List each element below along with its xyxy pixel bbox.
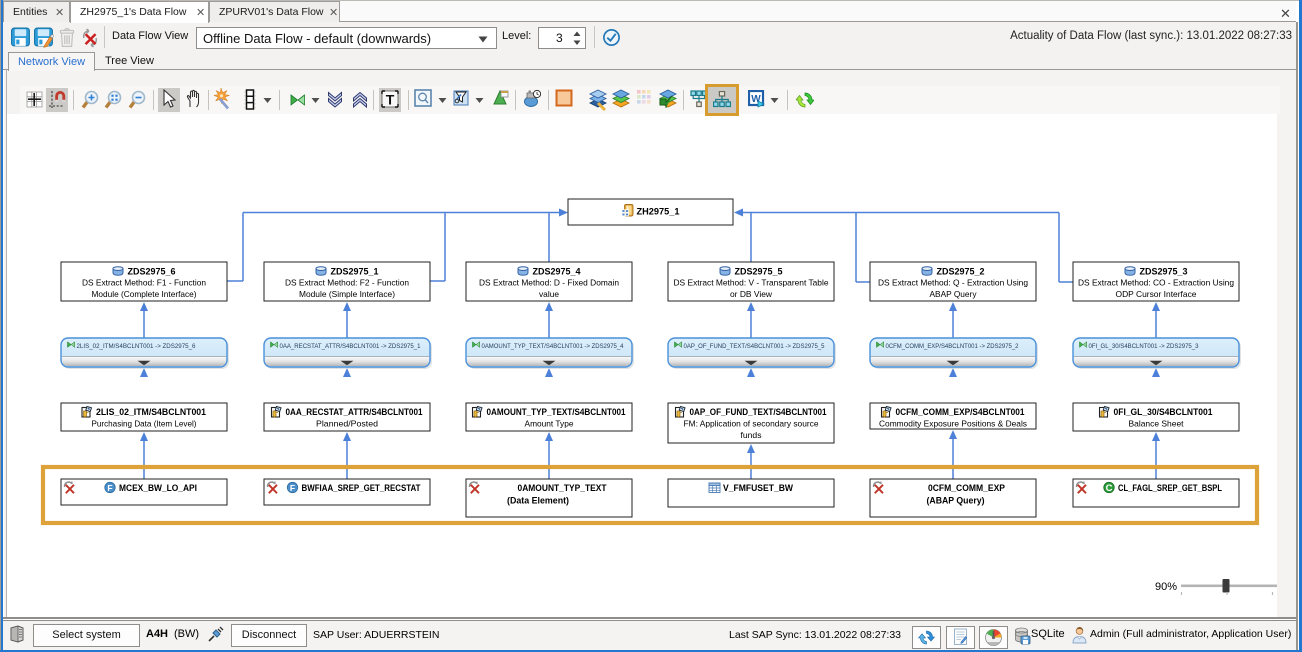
svg-text:0AMOUNT_TYP_TEXT/S4BCLNT001: 0AMOUNT_TYP_TEXT/S4BCLNT001	[487, 407, 627, 418]
svg-text:0AMOUNT_TYP_TEXT/S4BCLNT001 ->: 0AMOUNT_TYP_TEXT/S4BCLNT001 -> ZDS2975_4	[482, 343, 624, 350]
svg-text:T: T	[386, 92, 395, 108]
svg-text:C: C	[1106, 483, 1113, 494]
svg-text:2LIS_02_ITM/S4BCLNT001 -> ZDS2: 2LIS_02_ITM/S4BCLNT001 -> ZDS2975_6	[77, 343, 196, 350]
svg-text:DS Extract Method: F1 - Functi: DS Extract Method: F1 - Function	[82, 278, 206, 288]
svg-text:Planned/Posted: Planned/Posted	[316, 419, 378, 429]
svg-text:DS Extract Method: D - Fixed D: DS Extract Method: D - Fixed Domain	[479, 278, 619, 288]
svg-text:(ABAP Query): (ABAP Query)	[927, 495, 985, 506]
svg-text:Commodity Exposure Positions &: Commodity Exposure Positions & Deals	[879, 419, 1027, 429]
svg-text:0AA_RECSTAT_ATTR/S4BCLNT001 ->: 0AA_RECSTAT_ATTR/S4BCLNT001 -> ZDS2975_1	[280, 343, 421, 350]
svg-text:BWFIAA_SREP_GET_RECSTAT: BWFIAA_SREP_GET_RECSTAT	[302, 483, 421, 494]
svg-text:funds: funds	[741, 430, 762, 440]
svg-text:0FI_GL_30/S4BCLNT001 -> ZDS297: 0FI_GL_30/S4BCLNT001 -> ZDS2975_3	[1089, 343, 1199, 350]
svg-text:or DB View: or DB View	[730, 289, 773, 299]
svg-text:ABAP Query: ABAP Query	[930, 289, 978, 299]
svg-text:DS Extract Method: CO - Extrac: DS Extract Method: CO - Extraction Using	[1078, 278, 1234, 288]
svg-text:value: value	[539, 289, 559, 299]
svg-text:0AMOUNT_TYP_TEXT: 0AMOUNT_TYP_TEXT	[518, 483, 607, 494]
svg-text:(Data Element): (Data Element)	[507, 495, 569, 506]
svg-text:CL_FAGL_SREP_GET_BSPL: CL_FAGL_SREP_GET_BSPL	[1118, 483, 1222, 494]
svg-text:ZDS2975_4: ZDS2975_4	[533, 267, 582, 278]
svg-text:0FI_GL_30/S4BCLNT001: 0FI_GL_30/S4BCLNT001	[1114, 407, 1214, 418]
svg-text:DS Extract Method: F2 - Functi: DS Extract Method: F2 - Function	[285, 278, 409, 288]
svg-text:F: F	[290, 483, 295, 493]
svg-text:0AP_OF_FUND_TEXT/S4BCLNT001 ->: 0AP_OF_FUND_TEXT/S4BCLNT001 -> ZDS2975_5	[684, 343, 825, 350]
svg-text:0AA_RECSTAT_ATTR/S4BCLNT001: 0AA_RECSTAT_ATTR/S4BCLNT001	[286, 407, 424, 418]
svg-text:Purchasing Data (Item Level): Purchasing Data (Item Level)	[92, 419, 197, 429]
svg-text:DS Extract Method: V - Transpa: DS Extract Method: V - Transparent Table	[674, 278, 829, 288]
svg-text:MCEX_BW_LO_API: MCEX_BW_LO_API	[119, 483, 197, 494]
svg-text:V_FMFUSET_BW: V_FMFUSET_BW	[723, 483, 793, 494]
svg-text:0CFM_COMM_EXP/S4BCLNT001: 0CFM_COMM_EXP/S4BCLNT001	[896, 407, 1026, 418]
svg-text:Module (Complete Interface): Module (Complete Interface)	[92, 289, 197, 299]
svg-text:2LIS_02_ITM/S4BCLNT001: 2LIS_02_ITM/S4BCLNT001	[96, 407, 207, 418]
svg-text:ZDS2975_3: ZDS2975_3	[1140, 267, 1188, 278]
svg-text:Amount Type: Amount Type	[525, 419, 574, 429]
svg-text:ZDS2975_5: ZDS2975_5	[735, 267, 784, 278]
svg-text:FM: Application of secondary s: FM: Application of secondary source	[684, 419, 819, 429]
svg-text:ZH2975_1: ZH2975_1	[637, 207, 681, 218]
svg-text:ZDS2975_1: ZDS2975_1	[331, 267, 380, 278]
svg-text:ODP Cursor Interface: ODP Cursor Interface	[1116, 289, 1197, 299]
svg-text:0AP_OF_FUND_TEXT/S4BCLNT001: 0AP_OF_FUND_TEXT/S4BCLNT001	[690, 407, 828, 418]
svg-text:F: F	[107, 483, 112, 493]
svg-text:Module (Simple Interface): Module (Simple Interface)	[299, 289, 395, 299]
svg-text:DS Extract Method: Q - Extract: DS Extract Method: Q - Extraction Using	[878, 278, 1028, 288]
svg-text:0CFM_COMM_EXP/S4BCLNT001 -> ZD: 0CFM_COMM_EXP/S4BCLNT001 -> ZDS2975_2	[886, 343, 1019, 350]
svg-text:ZDS2975_6: ZDS2975_6	[128, 267, 176, 278]
svg-text:0CFM_COMM_EXP: 0CFM_COMM_EXP	[928, 483, 1006, 494]
svg-text:Balance Sheet: Balance Sheet	[1129, 419, 1185, 429]
svg-text:ZDS2975_2: ZDS2975_2	[937, 267, 985, 278]
svg-text:90%: 90%	[1155, 581, 1177, 593]
